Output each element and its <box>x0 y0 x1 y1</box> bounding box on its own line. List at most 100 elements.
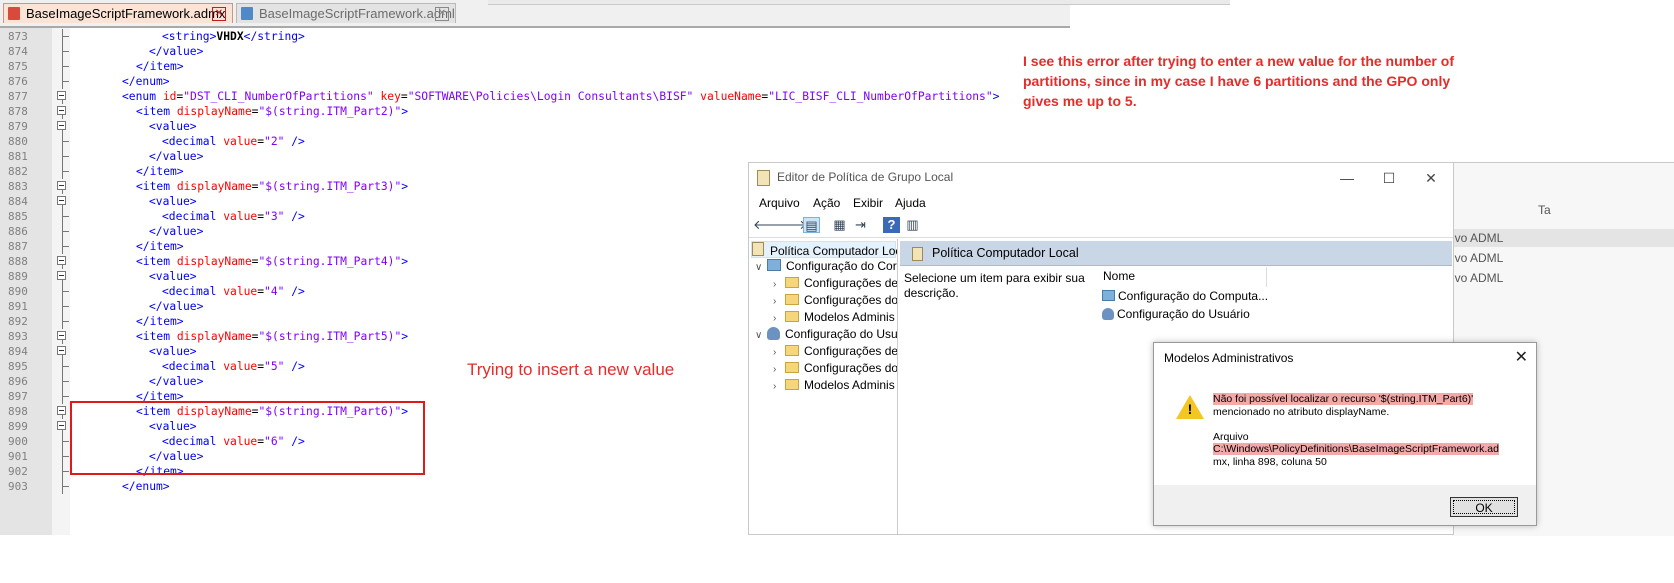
fold-toggle-icon[interactable] <box>56 194 70 209</box>
code-token: </string> <box>243 30 305 43</box>
code-line[interactable]: 874 </value> <box>0 44 995 59</box>
navigation-tree[interactable]: Política Computador Loc ∨ Configuração do… <box>751 239 898 534</box>
chevron-right-icon[interactable]: › <box>773 378 785 395</box>
line-number: 900 <box>8 435 28 448</box>
code-token: value <box>223 210 258 223</box>
fold-toggle-icon[interactable] <box>56 344 70 359</box>
folder-icon <box>785 345 799 356</box>
file-icon <box>241 7 253 20</box>
export-list-icon[interactable]: ⇥ <box>852 217 869 233</box>
code-token: <decimal <box>162 360 224 373</box>
computer-icon <box>1102 290 1115 301</box>
code-text: <value> <box>149 119 197 134</box>
menu-acao[interactable]: Ação <box>813 196 840 210</box>
code-token: </value> <box>149 225 204 238</box>
list-item-computer-config[interactable]: Configuração do Computa... <box>1102 289 1268 303</box>
folder-icon <box>785 362 799 373</box>
chevron-right-icon[interactable]: › <box>773 310 785 327</box>
tree-item-root[interactable]: Política Computador Loc <box>751 241 897 258</box>
code-token: "2" <box>264 135 285 148</box>
code-token: /> <box>284 285 305 298</box>
line-number: 902 <box>8 465 28 478</box>
code-line[interactable]: 878 <item displayName="$(string.ITM_Part2… <box>0 104 995 119</box>
view-icon[interactable]: ▥ <box>904 217 921 233</box>
line-number: 886 <box>8 225 28 238</box>
fold-toggle-icon[interactable] <box>56 119 70 134</box>
forward-icon[interactable]: 🡒 <box>772 217 807 233</box>
list-item: ivo ADML <box>1452 229 1674 247</box>
code-text: <string>VHDX</string> <box>162 29 305 44</box>
maximize-button[interactable]: ☐ <box>1369 167 1409 189</box>
chevron-right-icon[interactable]: › <box>773 344 785 361</box>
tree-item-user-config[interactable]: ∨ Configuração do Usu <box>755 326 897 344</box>
close-button[interactable]: ✕ <box>1411 167 1451 189</box>
chevron-right-icon[interactable]: › <box>773 293 785 310</box>
line-number: 891 <box>8 300 28 313</box>
code-line[interactable]: 873 <string>VHDX</string> <box>0 29 995 44</box>
fold-toggle-icon[interactable] <box>56 269 70 284</box>
list-item-user-config[interactable]: Configuração do Usuário <box>1102 307 1250 321</box>
tree-item[interactable]: › Configurações do <box>773 360 897 378</box>
chevron-down-icon[interactable]: ∨ <box>755 327 767 344</box>
ok-button[interactable]: OK <box>1450 497 1518 517</box>
tab-adml[interactable]: BaseImageScriptFramework.adml ✕ <box>236 3 456 23</box>
code-text: </value> <box>149 374 203 389</box>
code-text: <decimal value="3" /> <box>162 209 305 224</box>
code-token: <decimal <box>162 210 224 223</box>
code-token: </item> <box>136 165 184 178</box>
code-line[interactable]: 879 <value> <box>0 119 995 134</box>
properties-icon[interactable]: ▦ <box>831 217 848 233</box>
title-bar: Editor de Política de Grupo Local — ☐ ✕ <box>749 163 1453 191</box>
tree-item[interactable]: › Configurações do <box>773 292 897 310</box>
code-token: VHDX <box>216 30 244 43</box>
show-hide-tree-icon[interactable]: ▤ <box>803 217 820 233</box>
fold-line <box>56 284 70 299</box>
column-divider[interactable] <box>1266 267 1267 287</box>
close-icon[interactable]: ✕ <box>435 7 449 21</box>
fold-toggle-icon[interactable] <box>56 89 70 104</box>
code-text: </value> <box>149 299 203 314</box>
tab-admx[interactable]: BaseImageScriptFramework.admx ✕ <box>3 3 233 23</box>
code-line[interactable]: 880 <decimal value="2" /> <box>0 134 995 149</box>
window-title: Editor de Política de Grupo Local <box>777 170 954 184</box>
panel-header: Política Computador Local <box>900 241 1452 266</box>
line-number: 887 <box>8 240 28 253</box>
close-icon[interactable]: ✕ <box>212 7 226 21</box>
chevron-down-icon[interactable]: ∨ <box>755 259 767 276</box>
code-text: </enum> <box>122 74 170 89</box>
code-token: value <box>223 360 258 373</box>
code-text: </value> <box>149 44 203 59</box>
fold-toggle-icon[interactable] <box>56 329 70 344</box>
code-line[interactable]: 875 </item> <box>0 59 995 74</box>
fold-line <box>56 434 70 449</box>
tree-item[interactable]: › Modelos Adminis <box>773 377 895 394</box>
tree-item[interactable]: › Modelos Adminis <box>773 309 895 326</box>
tree-label: Configurações de <box>804 276 898 290</box>
tree-item-computer-config[interactable]: ∨ Configuração do Cor <box>755 258 897 275</box>
chevron-right-icon[interactable]: › <box>773 361 785 378</box>
column-header-name[interactable]: Nome <box>1103 269 1135 283</box>
code-token: > <box>992 90 1000 103</box>
menu-ajuda[interactable]: Ajuda <box>895 196 926 210</box>
code-token: "LIC_BISF_CLI_NumberOfPartitions" <box>768 90 993 103</box>
fold-toggle-icon[interactable] <box>56 404 70 419</box>
code-line[interactable]: 877 <enum id = "DST_CLI_NumberOfPartitions"… <box>0 89 999 104</box>
menu-arquivo[interactable]: Arquivo <box>759 196 800 210</box>
tree-item[interactable]: › Configurações de <box>773 275 898 293</box>
fold-toggle-icon[interactable] <box>56 419 70 434</box>
code-text: <value> <box>149 344 197 359</box>
line-number: 876 <box>8 75 28 88</box>
minimize-button[interactable]: — <box>1327 167 1367 189</box>
fold-line <box>56 59 70 74</box>
fold-toggle-icon[interactable] <box>56 104 70 119</box>
menu-exibir[interactable]: Exibir <box>853 196 883 210</box>
tree-item[interactable]: › Configurações de <box>773 343 897 361</box>
close-icon[interactable]: ✕ <box>1515 347 1528 367</box>
back-icon[interactable]: 🡐 <box>753 217 788 233</box>
code-line[interactable]: 876 </enum> <box>0 74 995 89</box>
help-icon[interactable]: ? <box>883 217 900 233</box>
fold-toggle-icon[interactable] <box>56 254 70 269</box>
fold-toggle-icon[interactable] <box>56 179 70 194</box>
code-token: > <box>401 180 409 193</box>
chevron-right-icon[interactable]: › <box>773 276 785 293</box>
